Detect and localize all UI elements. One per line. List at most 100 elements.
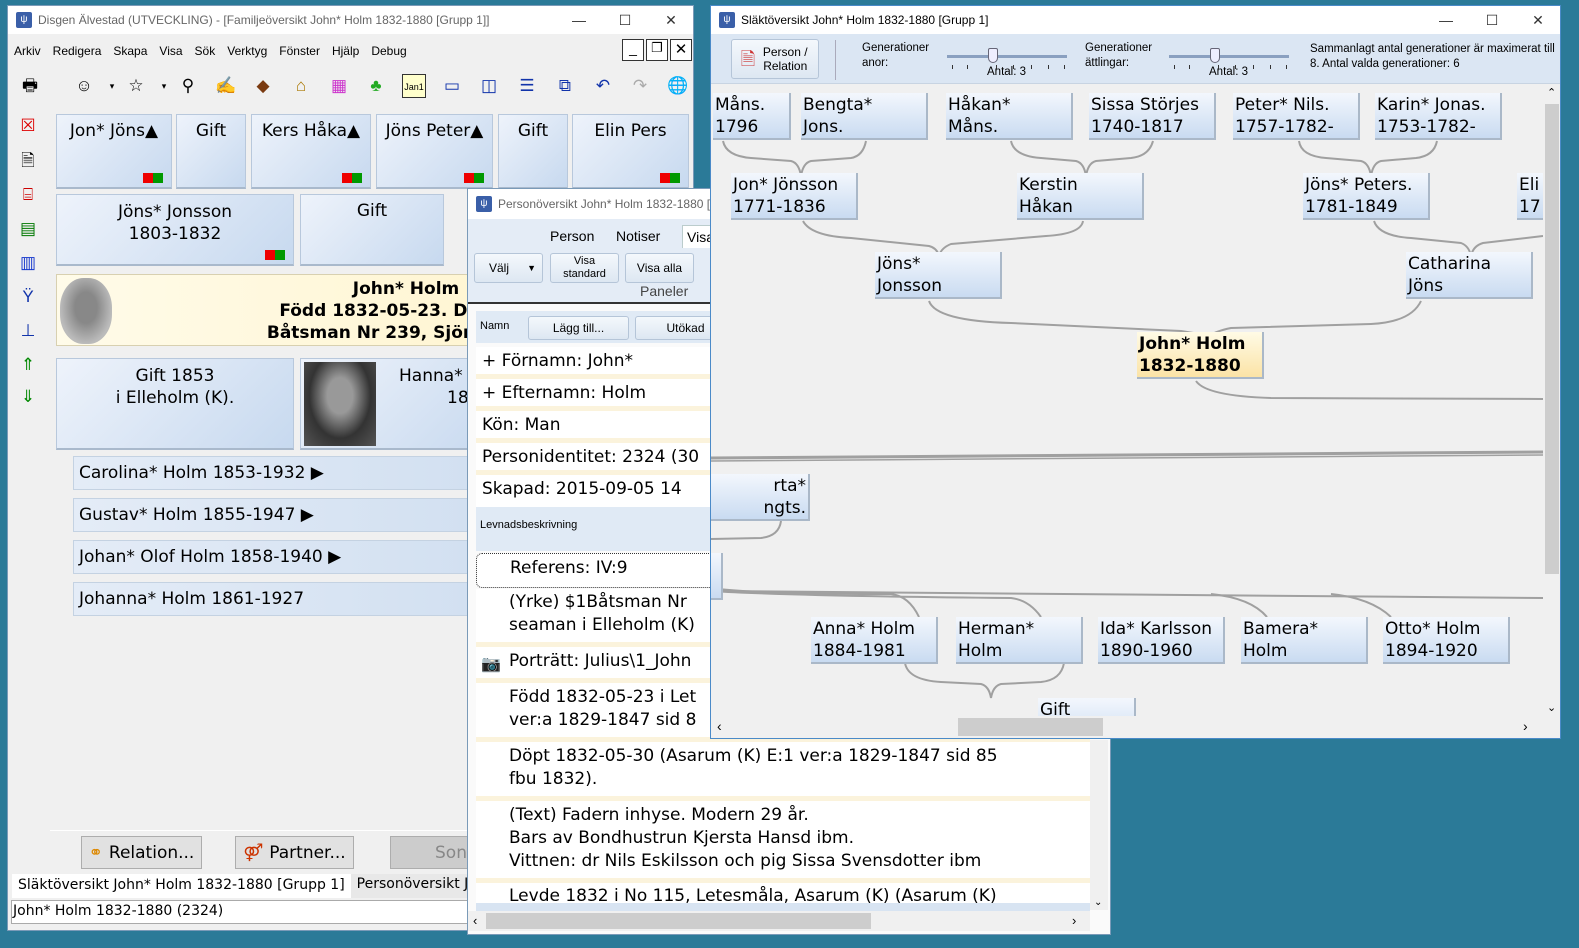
- child-row[interactable]: Carolina* Holm 1853-1932 ▶: [73, 456, 473, 490]
- tree-person-box-bengta[interactable]: Bengta* Jons.: [801, 93, 928, 140]
- parents-marriage-box[interactable]: Gift: [300, 194, 444, 266]
- slider-thumb[interactable]: [988, 48, 999, 63]
- mdi-minimize-button[interactable]: _: [622, 39, 644, 61]
- marriage-box[interactable]: Gift 1853 i Elleholm (K).: [56, 358, 294, 450]
- descendants-icon[interactable]: ⊥: [16, 319, 40, 343]
- tree-person-box-gift[interactable]: Gift: [1038, 698, 1136, 716]
- child-row[interactable]: Johan* Olof Holm 1858-1940 ▶: [73, 540, 473, 574]
- tree-person-box-jons-jonsson[interactable]: Jöns* Jonsson: [875, 252, 1002, 299]
- scrollbar-thumb[interactable]: [958, 718, 1103, 736]
- house-icon[interactable]: ⌂: [289, 74, 313, 98]
- menu-redigera[interactable]: Redigera: [47, 41, 108, 63]
- tree-person-box-kerstin[interactable]: Kerstin Håkan: [1017, 173, 1144, 220]
- grandparent-box[interactable]: Elin Pers: [572, 114, 689, 189]
- marriage-box[interactable]: Gift: [498, 114, 568, 189]
- scroll-down-icon[interactable]: ⌄: [1094, 897, 1102, 908]
- relation-button[interactable]: ⚭ Relation...: [81, 836, 202, 869]
- event-text-note[interactable]: (Text) Fadern inhyse. Modern 29 år. Bars …: [476, 801, 1090, 883]
- tree-person-box-anna[interactable]: Anna* Holm 1884-1981: [811, 617, 938, 664]
- menu-hjalp[interactable]: Hjälp: [326, 41, 365, 63]
- visa-alla-button[interactable]: Visa alla: [625, 253, 694, 283]
- menu-visa[interactable]: Visa: [153, 41, 188, 63]
- tab-slaktoversikt[interactable]: Släktöversikt John* Holm 1832-1880 [Grup…: [12, 874, 351, 898]
- columns-icon[interactable]: ▥: [16, 251, 40, 275]
- valj-dropdown[interactable]: Välj ▼: [474, 253, 543, 283]
- tree-person-box-eli[interactable]: Eli 17: [1517, 173, 1543, 220]
- map-icon[interactable]: ♣: [364, 74, 388, 98]
- tree-horizontal-scrollbar[interactable]: ‹ ›: [711, 716, 1543, 738]
- visa-standard-button[interactable]: Visa standard: [550, 253, 619, 283]
- menu-fonster[interactable]: Fönster: [273, 41, 326, 63]
- scrollbar-thumb[interactable]: [486, 913, 871, 929]
- tree-person-box-otto[interactable]: Otto* Holm 1894-1920: [1383, 617, 1510, 664]
- person-star-icon[interactable]: ☆: [124, 74, 148, 98]
- tree-person-box-sissa[interactable]: Sissa Störjes 1740-1817: [1089, 93, 1216, 140]
- tree-person-box-peter[interactable]: Peter* Nils. 1757-1782-: [1233, 93, 1360, 140]
- dropdown-arrow-icon[interactable]: ▾: [100, 74, 124, 98]
- calendar-icon[interactable]: Jan1: [402, 74, 426, 98]
- minimize-button[interactable]: —: [1423, 6, 1469, 34]
- undo-icon[interactable]: ↶: [591, 74, 615, 98]
- books-icon[interactable]: ▦: [327, 74, 351, 98]
- edit-document-icon[interactable]: 🗎: [16, 149, 40, 173]
- ancestors-icon[interactable]: Ÿ: [16, 285, 40, 309]
- search-down-icon[interactable]: ⇓: [16, 385, 40, 409]
- ribbon-tab-person[interactable]: Person: [550, 228, 594, 244]
- child-row[interactable]: Gustav* Holm 1855-1947 ▶: [73, 498, 473, 532]
- tree-person-box-ida[interactable]: Ida* Karlsson 1890-1960: [1098, 617, 1225, 664]
- child-row[interactable]: Johanna* Holm 1861-1927: [73, 582, 473, 616]
- scroll-right-icon[interactable]: ›: [1523, 718, 1528, 734]
- lagg-till-button[interactable]: Lägg till...: [528, 316, 629, 340]
- tree-vertical-scrollbar[interactable]: ⌃ ⌄: [1543, 86, 1560, 716]
- tree-person-box-jons-peters[interactable]: Jöns* Peters. 1781-1849: [1303, 173, 1430, 220]
- tree-person-box-mans[interactable]: Måns. 1796: [713, 93, 791, 140]
- window-single-icon[interactable]: ▭: [440, 74, 464, 98]
- partner-button[interactable]: ⚤ Partner...: [235, 836, 354, 869]
- marriage-box[interactable]: Gift: [176, 114, 246, 189]
- tree-person-box-herman[interactable]: Herman* Holm: [956, 617, 1083, 664]
- person-vertical-scrollbar[interactable]: ⌄: [1090, 740, 1108, 910]
- menu-verktyg[interactable]: Verktyg: [221, 41, 273, 63]
- search-up-icon[interactable]: ⇑: [16, 353, 40, 377]
- scroll-left-icon[interactable]: ‹: [717, 718, 722, 734]
- window-split-vertical-icon[interactable]: ◫: [477, 74, 501, 98]
- tree-person-box-bamera[interactable]: Bamera* Holm: [1241, 617, 1368, 664]
- tree-person-box-catharina[interactable]: Catharina Jöns: [1406, 252, 1533, 299]
- hand-icon[interactable]: ✍: [214, 74, 238, 98]
- scroll-right-icon[interactable]: ›: [1072, 913, 1076, 928]
- delete-icon[interactable]: ☒: [16, 114, 40, 138]
- slider-thumb[interactable]: [1210, 48, 1221, 63]
- tree-person-box-spouse-2[interactable]: [711, 553, 723, 600]
- mdi-close-button[interactable]: ✕: [670, 39, 692, 61]
- window-cascade-icon[interactable]: ⧉: [553, 74, 577, 98]
- person-icon[interactable]: ☺: [72, 74, 96, 98]
- menu-skapa[interactable]: Skapa: [107, 41, 153, 63]
- scroll-down-icon[interactable]: ⌄: [1547, 701, 1556, 714]
- search-table-icon[interactable]: ▤: [16, 217, 40, 241]
- event-dopt[interactable]: Döpt 1832-05-30 (Asarum (K) E:1 ver:a 18…: [476, 742, 1090, 801]
- tree-person-box-hakan[interactable]: Håkan* Måns.: [946, 93, 1073, 140]
- tree-chart-icon[interactable]: ⌸: [16, 183, 40, 207]
- window-split-horizontal-icon[interactable]: ☰: [515, 74, 539, 98]
- tree-person-box-spouse[interactable]: rta* ngts.: [711, 474, 810, 521]
- person-relation-button[interactable]: 🗎 Person / Relation: [731, 39, 819, 79]
- menu-arkiv[interactable]: Arkiv: [8, 41, 47, 63]
- scrollbar-thumb[interactable]: [1545, 104, 1559, 574]
- tree-canvas[interactable]: Måns. 1796 Bengta* Jons. Håkan* Måns. Sissa St…: [711, 86, 1543, 716]
- globe-icon[interactable]: 🌐: [666, 74, 690, 98]
- maximize-button[interactable]: ☐: [1469, 6, 1515, 34]
- close-button[interactable]: ✕: [1515, 6, 1560, 34]
- print-icon[interactable]: 🖶: [18, 74, 42, 98]
- book-icon[interactable]: ◆: [251, 74, 275, 98]
- scroll-up-icon[interactable]: ⌃: [1547, 86, 1556, 99]
- tree-person-box-jon-jonsson[interactable]: Jon* Jönsson 1771-1836: [731, 173, 858, 220]
- menu-debug[interactable]: Debug: [365, 41, 412, 63]
- tree-person-box-karin[interactable]: Karin* Jonas. 1753-1782-: [1375, 93, 1502, 140]
- dropdown-arrow-icon[interactable]: ▾: [152, 74, 176, 98]
- close-button[interactable]: ✕: [648, 6, 693, 34]
- binoculars-icon[interactable]: ⚲: [176, 74, 200, 98]
- menu-sok[interactable]: Sök: [189, 41, 222, 63]
- scroll-left-icon[interactable]: ‹: [473, 913, 477, 928]
- grandparent-box[interactable]: Jöns Peter▲: [376, 114, 493, 189]
- minimize-button[interactable]: —: [556, 6, 602, 34]
